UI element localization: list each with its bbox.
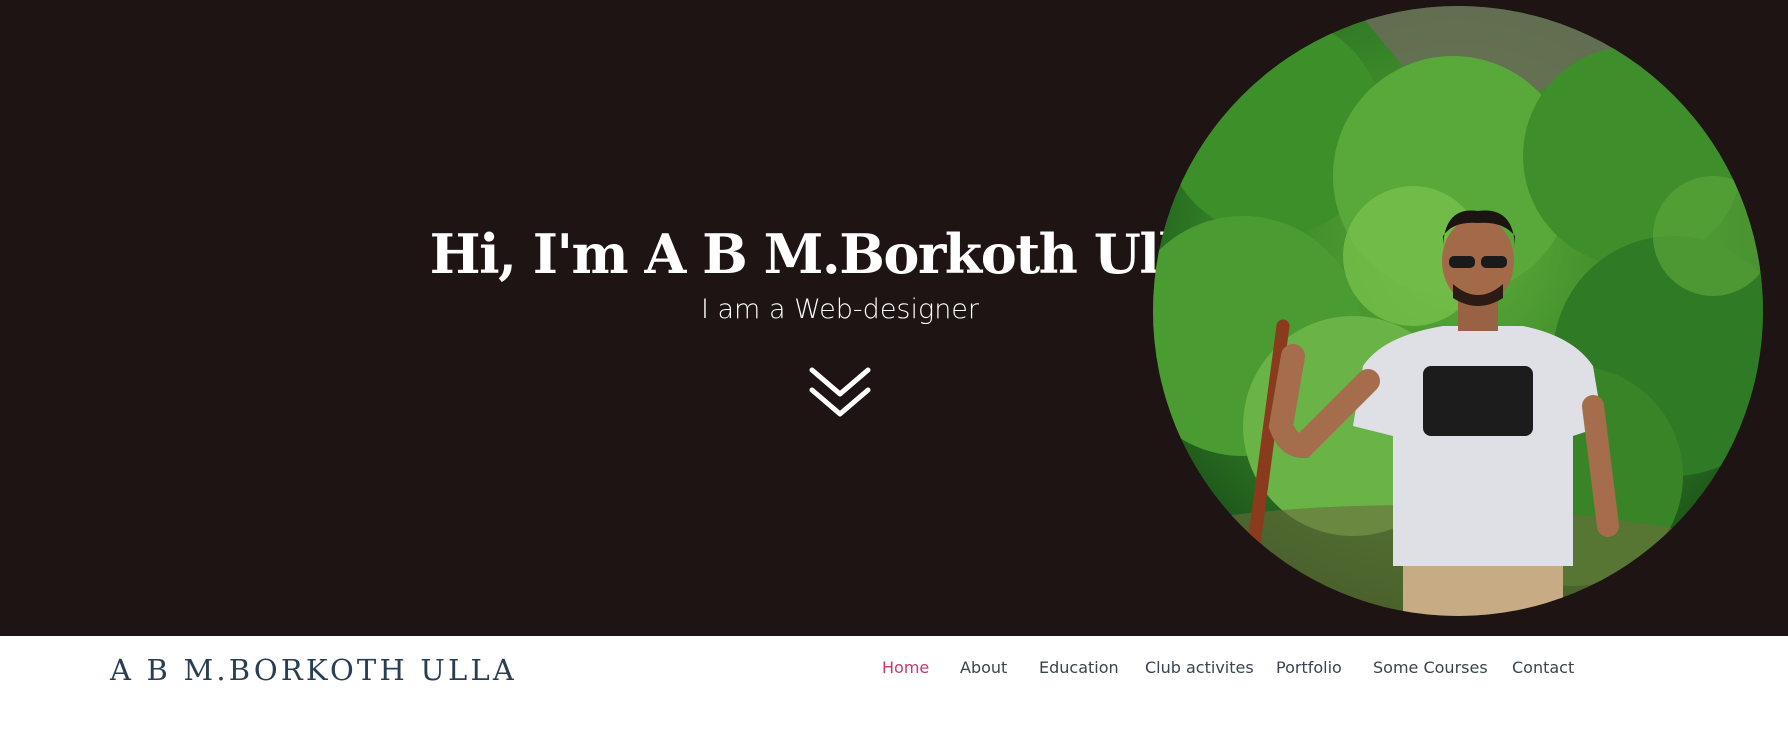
nav-item-education[interactable]: Education xyxy=(1039,636,1119,705)
nav-item-some-courses[interactable]: Some Courses xyxy=(1373,636,1488,705)
nav-item-portfolio[interactable]: Portfolio xyxy=(1276,636,1342,705)
nav-item-about[interactable]: About xyxy=(960,636,1007,705)
profile-photo xyxy=(1153,6,1763,616)
page-content-area xyxy=(0,705,1788,735)
double-chevron-down-icon[interactable] xyxy=(808,366,872,422)
top-navbar: A B M.BORKOTH ULLA Home About Education … xyxy=(0,636,1788,705)
nav-item-home[interactable]: Home xyxy=(882,636,929,705)
nav-item-club-activites[interactable]: Club activites xyxy=(1145,636,1254,705)
hero-section: Hi, I'm A B M.Borkoth Ulla ! I am a Web-… xyxy=(0,0,1788,636)
nav-item-contact[interactable]: Contact xyxy=(1512,636,1574,705)
nav-menu: Home About Education Club activites Port… xyxy=(0,636,1788,705)
